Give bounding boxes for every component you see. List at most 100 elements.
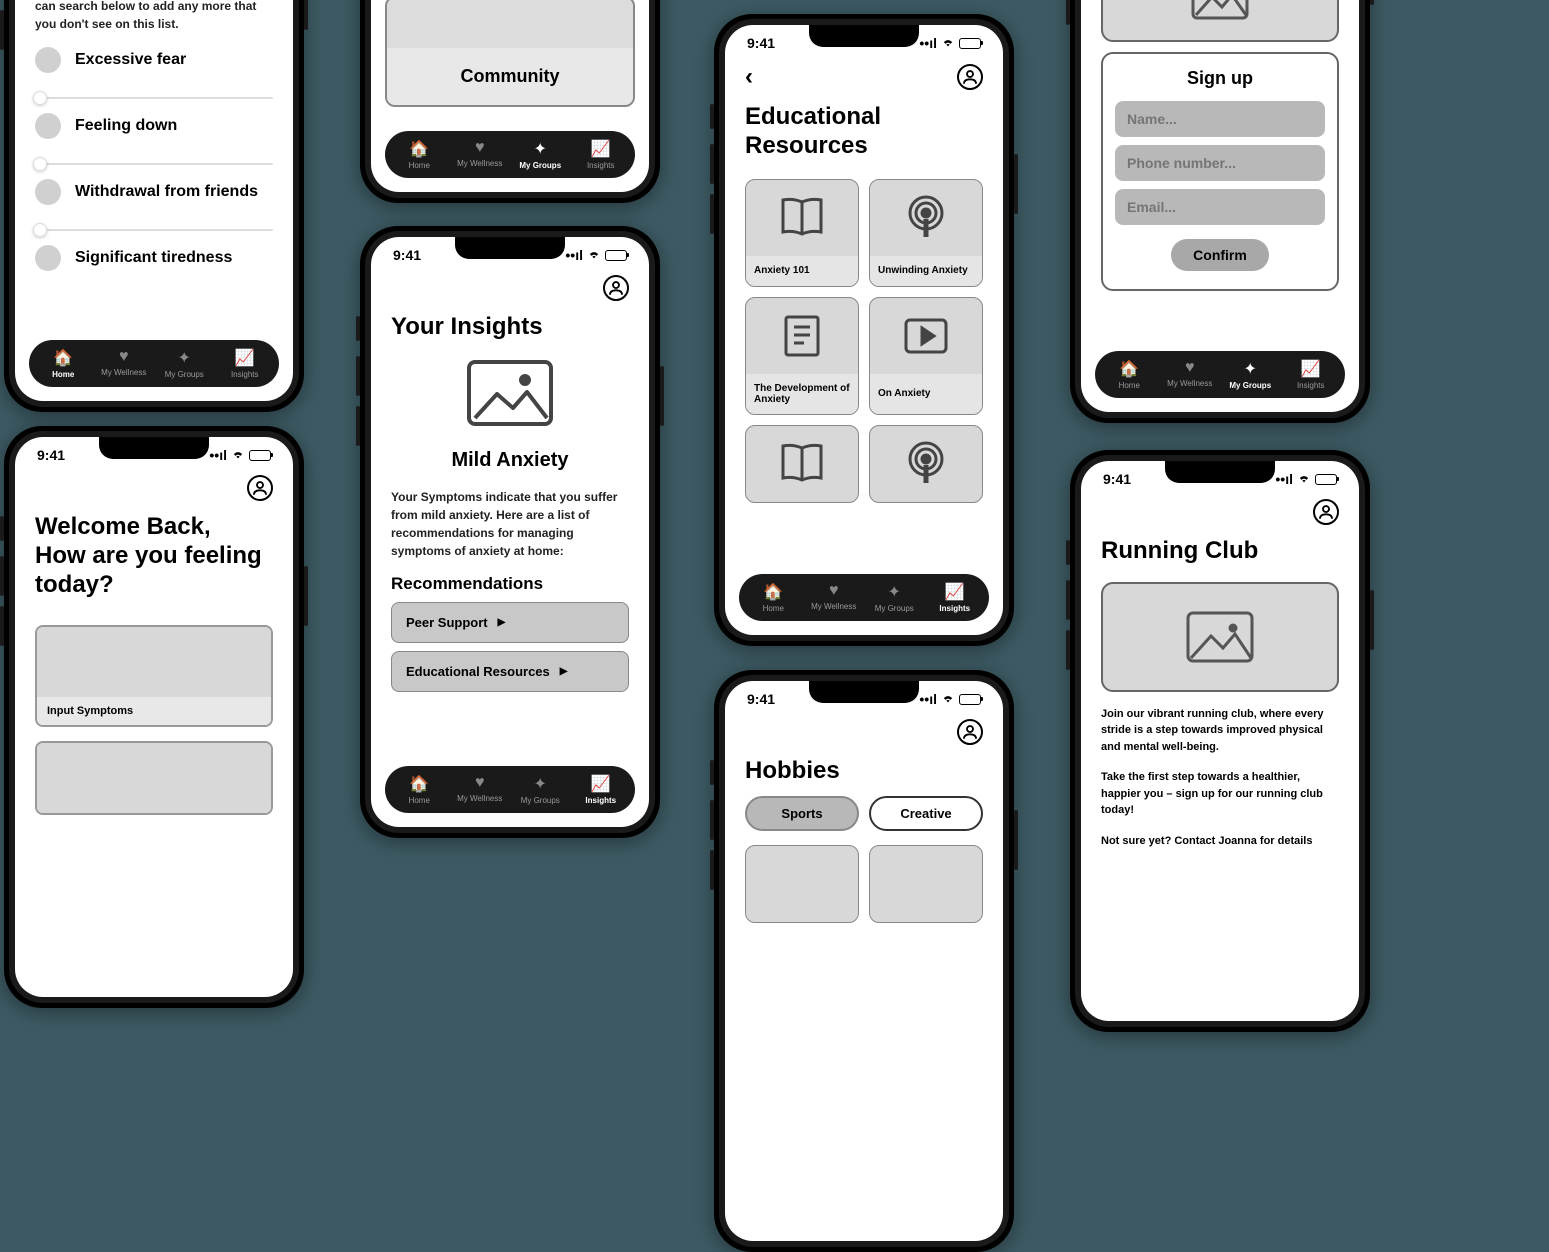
tab-home[interactable]: 🏠Home — [1099, 359, 1160, 390]
battery-icon — [959, 694, 981, 705]
sparkle-icon: ✦ — [534, 139, 547, 159]
chart-icon: 📈 — [591, 774, 611, 794]
phone-hobbies: 9:41 ••ıl Hobbies Sports Creative — [714, 670, 1014, 1252]
symptom-slider[interactable] — [35, 163, 273, 165]
tab-nav: 🏠Home ♥My Wellness ✦My Groups 📈Insights — [1095, 351, 1345, 398]
tab-wellness[interactable]: ♥My Wellness — [1160, 359, 1221, 390]
signal-icon: ••ıl — [1275, 471, 1293, 487]
recommendations-heading: Recommendations — [391, 574, 629, 594]
status-time: 9:41 — [37, 447, 65, 463]
rec-peer-support[interactable]: Peer Support▶ — [391, 602, 629, 643]
status-time: 9:41 — [747, 691, 775, 707]
tab-insights[interactable]: 📈Insights — [571, 774, 632, 805]
resource-card[interactable]: The Development of Anxiety — [745, 297, 859, 415]
tab-home[interactable]: 🏠Home — [389, 774, 450, 805]
play-icon — [870, 298, 982, 374]
profile-icon[interactable] — [957, 64, 983, 90]
heart-icon: ♥ — [1185, 359, 1195, 377]
battery-icon — [605, 250, 627, 261]
chevron-right-icon: ▶ — [560, 666, 568, 677]
insights-title: Your Insights — [391, 313, 629, 342]
tab-home[interactable]: 🏠Home — [743, 582, 804, 613]
heart-icon: ♥ — [475, 774, 485, 792]
rec-educational[interactable]: Educational Resources▶ — [391, 651, 629, 692]
profile-icon[interactable] — [957, 719, 983, 745]
community-card[interactable]: Community — [385, 0, 635, 107]
signup-title: Sign up — [1115, 68, 1325, 89]
phone-insights: 9:41 ••ıl Your Insights Mild Anxiety You… — [360, 226, 660, 838]
input-symptoms-card[interactable]: Input Symptoms — [35, 625, 273, 727]
insights-desc: Your Symptoms indicate that you suffer f… — [391, 488, 629, 560]
email-field[interactable] — [1115, 189, 1325, 225]
tab-groups[interactable]: ✦My Groups — [154, 348, 215, 379]
book-icon — [746, 426, 858, 502]
sparkle-icon: ✦ — [888, 582, 901, 602]
chart-icon: 📈 — [235, 348, 255, 368]
book-icon — [746, 180, 858, 256]
home-icon: 🏠 — [409, 774, 429, 794]
tab-wellness[interactable]: ♥My Wellness — [450, 139, 511, 170]
symptoms-intro: can search below to add any more that yo… — [35, 0, 273, 33]
tab-wellness[interactable]: ♥My Wellness — [94, 348, 155, 379]
name-field[interactable] — [1115, 101, 1325, 137]
tab-insights[interactable]: 📈Insights — [925, 582, 986, 613]
tab-groups[interactable]: ✦My Groups — [1220, 359, 1281, 390]
phone-signup: Sign up Confirm 🏠Home ♥My Wellness ✦My G… — [1070, 0, 1370, 423]
symptom-item: Withdrawal from friends — [35, 179, 273, 205]
chevron-right-icon: ▶ — [498, 617, 506, 628]
profile-icon[interactable] — [247, 475, 273, 501]
hobbies-title: Hobbies — [745, 757, 983, 786]
document-icon — [746, 298, 858, 374]
tab-groups[interactable]: ✦My Groups — [510, 774, 571, 805]
chart-icon: 📈 — [1301, 359, 1321, 379]
tab-groups[interactable]: ✦My Groups — [864, 582, 925, 613]
club-body: Not sure yet? Contact Joanna for details — [1101, 833, 1339, 850]
chart-icon: 📈 — [591, 139, 611, 159]
confirm-button[interactable]: Confirm — [1171, 239, 1269, 271]
wifi-icon — [1297, 471, 1311, 487]
tab-nav: 🏠Home ♥My Wellness ✦My Groups 📈Insights — [385, 131, 635, 178]
phone-field[interactable] — [1115, 145, 1325, 181]
resource-card[interactable] — [745, 425, 859, 503]
phone-resources: 9:41 ••ıl ‹ Educational Resources Anxiet… — [714, 14, 1014, 646]
signal-icon: ••ıl — [209, 447, 227, 463]
phone-welcome: 9:41 ••ıl Welcome Back,How are you feeli… — [4, 426, 304, 1008]
profile-icon[interactable] — [1313, 499, 1339, 525]
tab-groups[interactable]: ✦My Groups — [510, 139, 571, 170]
tab-insights[interactable]: 📈Insights — [215, 348, 276, 379]
tab-creative[interactable]: Creative — [869, 796, 983, 831]
heart-icon: ♥ — [829, 582, 839, 600]
symptom-slider[interactable] — [35, 97, 273, 99]
status-time: 9:41 — [393, 247, 421, 263]
tab-nav: 🏠Home ♥My Wellness ✦My Groups 📈Insights — [29, 340, 279, 387]
welcome-heading: Welcome Back,How are you feeling today? — [35, 513, 273, 599]
signal-icon: ••ıl — [919, 691, 937, 707]
resource-card[interactable]: Anxiety 101 — [745, 179, 859, 287]
tab-nav: 🏠Home ♥My Wellness ✦My Groups 📈Insights — [739, 574, 989, 621]
resource-card[interactable] — [869, 425, 983, 503]
resource-card[interactable]: Unwinding Anxiety — [869, 179, 983, 287]
image-placeholder — [1101, 0, 1339, 42]
back-button[interactable]: ‹ — [745, 63, 753, 91]
tab-home[interactable]: 🏠Home — [389, 139, 450, 170]
phone-symptoms: can search below to add any more that yo… — [4, 0, 304, 412]
wifi-icon — [941, 691, 955, 707]
symptom-item: Significant tiredness — [35, 245, 273, 271]
tab-sports[interactable]: Sports — [745, 796, 859, 831]
tab-insights[interactable]: 📈Insights — [1281, 359, 1342, 390]
profile-icon[interactable] — [603, 275, 629, 301]
phone-running-club: 9:41 ••ıl Running Club Join our vibrant … — [1070, 450, 1370, 1032]
symptom-slider[interactable] — [35, 229, 273, 231]
signal-icon: ••ıl — [565, 247, 583, 263]
tab-wellness[interactable]: ♥My Wellness — [450, 774, 511, 805]
symptom-item: Feeling down — [35, 113, 273, 139]
tab-wellness[interactable]: ♥My Wellness — [804, 582, 865, 613]
status-time: 9:41 — [747, 35, 775, 51]
resource-card[interactable]: On Anxiety — [869, 297, 983, 415]
podcast-icon — [870, 426, 982, 502]
tab-home[interactable]: 🏠Home — [33, 348, 94, 379]
input-card[interactable] — [35, 741, 273, 815]
hobby-card[interactable] — [869, 845, 983, 923]
tab-insights[interactable]: 📈Insights — [571, 139, 632, 170]
hobby-card[interactable] — [745, 845, 859, 923]
